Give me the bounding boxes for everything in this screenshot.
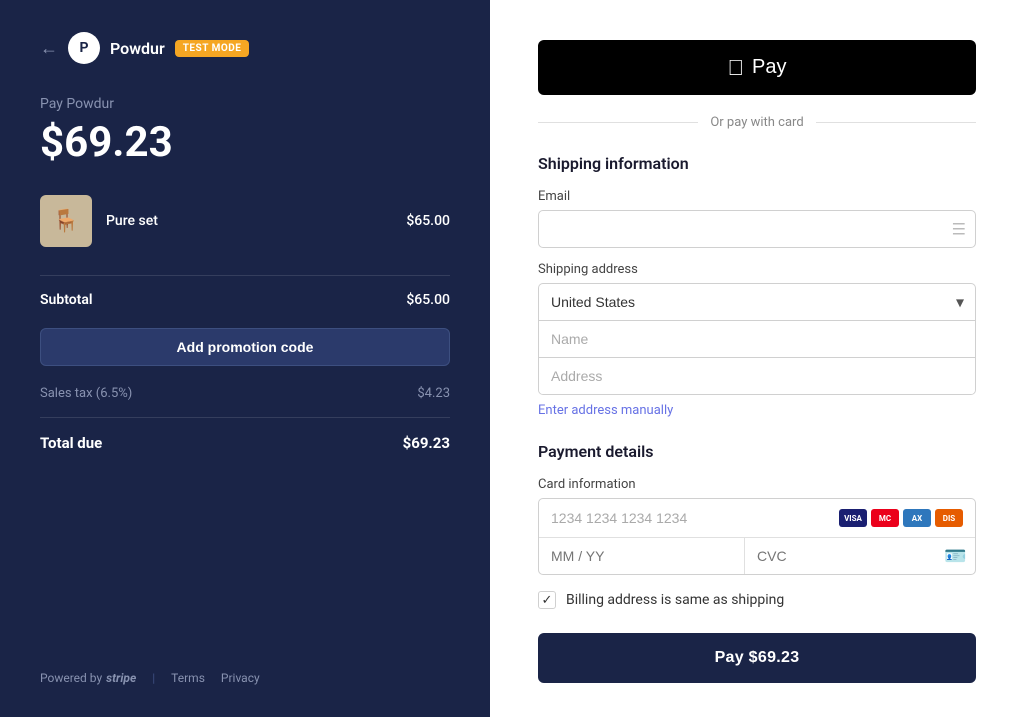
enter-address-manually-link[interactable]: Enter address manually: [538, 403, 976, 418]
country-select[interactable]: United States: [538, 283, 976, 320]
address-input[interactable]: [539, 357, 975, 394]
pay-button[interactable]: Pay $69.23: [538, 633, 976, 683]
logo: P: [68, 32, 100, 64]
test-mode-badge: TEST MODE: [175, 40, 250, 57]
card-info-label: Card information: [538, 477, 976, 492]
email-icon: ☰: [952, 220, 966, 239]
card-number-input[interactable]: [551, 510, 831, 526]
name-input[interactable]: [539, 321, 975, 357]
total-label: Total due: [40, 434, 102, 452]
privacy-link[interactable]: Privacy: [221, 671, 260, 685]
billing-label: Billing address is same as shipping: [566, 592, 784, 608]
billing-checkbox-row: ✓ Billing address is same as shipping: [538, 591, 976, 609]
cvc-input[interactable]: [757, 538, 938, 574]
country-select-wrapper: United States ▾: [538, 283, 976, 320]
card-icons: VISA MC AX DIS: [839, 509, 963, 527]
subtotal-row: Subtotal $65.00: [40, 292, 450, 308]
card-number-row: VISA MC AX DIS: [539, 499, 975, 538]
apple-pay-button[interactable]:  Pay: [538, 40, 976, 95]
amex-icon: AX: [903, 509, 931, 527]
pay-label: Pay Powdur: [40, 96, 450, 112]
header: ← P Powdur TEST MODE: [40, 32, 450, 64]
amount: $69.23: [40, 118, 450, 167]
promo-button[interactable]: Add promotion code: [40, 328, 450, 366]
divider2: [40, 417, 450, 418]
payment-section-title: Payment details: [538, 442, 976, 461]
divider-line-left: [538, 122, 698, 123]
left-panel: ← P Powdur TEST MODE Pay Powdur $69.23 🪑…: [0, 0, 490, 717]
right-panel:  Pay Or pay with card Shipping informat…: [490, 0, 1024, 717]
terms-link[interactable]: Terms: [171, 671, 205, 685]
product-name: Pure set: [106, 213, 392, 229]
email-label: Email: [538, 189, 976, 204]
footer: Powered by stripe | Terms Privacy: [40, 671, 450, 685]
email-wrapper: ☰: [538, 210, 976, 248]
brand-name: Powdur: [110, 39, 165, 58]
product-image: 🪑: [40, 195, 92, 247]
product-row: 🪑 Pure set $65.00: [40, 195, 450, 247]
stripe-label: stripe: [106, 671, 136, 685]
apple-logo-icon: : [728, 57, 745, 79]
total-value: $69.23: [403, 434, 450, 452]
product-price: $65.00: [406, 213, 450, 229]
card-bottom-row: 🪪: [539, 538, 975, 574]
back-button[interactable]: ←: [40, 38, 58, 59]
shipping-address-label: Shipping address: [538, 262, 976, 277]
footer-sep: |: [152, 671, 155, 685]
divider: [40, 275, 450, 276]
total-row: Total due $69.23: [40, 434, 450, 452]
email-input[interactable]: [538, 210, 976, 248]
divider-line-right: [816, 122, 976, 123]
subtotal-label: Subtotal: [40, 292, 93, 308]
divider-row: Or pay with card: [538, 115, 976, 130]
cvc-wrapper: 🪪: [745, 538, 976, 574]
tax-label: Sales tax (6.5%): [40, 386, 132, 401]
tax-value: $4.23: [417, 386, 450, 401]
powered-by: Powered by stripe: [40, 671, 136, 685]
shipping-section-title: Shipping information: [538, 154, 976, 173]
expiry-input[interactable]: [539, 538, 745, 574]
divider-text: Or pay with card: [710, 115, 803, 130]
discover-icon: DIS: [935, 509, 963, 527]
visa-icon: VISA: [839, 509, 867, 527]
card-fields: VISA MC AX DIS 🪪: [538, 498, 976, 575]
mastercard-icon: MC: [871, 509, 899, 527]
apple-pay-label: Pay: [752, 56, 786, 79]
address-fields: [538, 320, 976, 395]
cvc-card-icon: 🪪: [944, 546, 966, 567]
tax-row: Sales tax (6.5%) $4.23: [40, 386, 450, 401]
subtotal-value: $65.00: [406, 292, 450, 308]
billing-checkbox[interactable]: ✓: [538, 591, 556, 609]
